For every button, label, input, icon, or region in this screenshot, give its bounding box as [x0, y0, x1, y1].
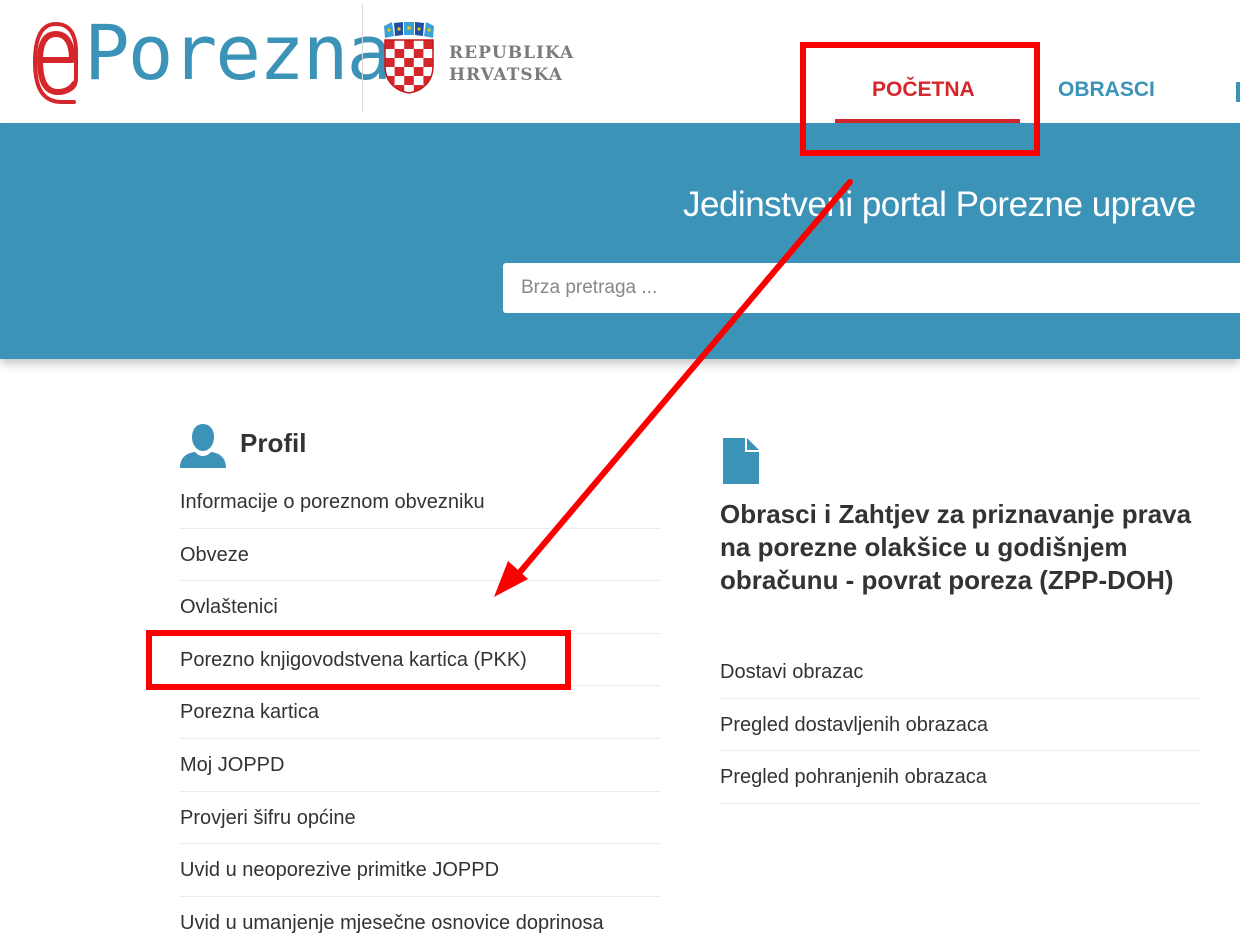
profile-section: Profil Informacije o poreznom obvezniku … [180, 420, 660, 949]
forms-title: Obrasci i Zahtjev za priznavanje prava n… [720, 499, 1192, 595]
nav-tab-pocetna[interactable]: POČETNA [872, 78, 975, 102]
profile-links: Informacije o poreznom obvezniku Obveze … [180, 476, 660, 949]
profile-link-my-joppd[interactable]: Moj JOPPD [180, 739, 660, 792]
quick-search-input[interactable] [503, 263, 1240, 313]
site-header: Porezna REPUBLIKA HRVATSKA POČETNA OBRAS… [0, 0, 1240, 123]
profile-link-authorized-persons[interactable]: Ovlaštenici [180, 581, 660, 634]
profile-link-pkk[interactable]: Porezno knjigovodstvena kartica (PKK) [180, 634, 660, 687]
forms-link-saved[interactable]: Pregled pohranjenih obrazaca [720, 751, 1200, 804]
forms-links: Dostavi obrazac Pregled dostavljenih obr… [720, 646, 1200, 804]
forms-link-submit[interactable]: Dostavi obrazac [720, 646, 1200, 699]
profile-header: Profil [180, 420, 660, 476]
profile-link-taxpayer-info[interactable]: Informacije o poreznom obvezniku [180, 476, 660, 529]
republic-name: REPUBLIKA HRVATSKA [449, 42, 574, 86]
user-icon [180, 424, 226, 468]
nav-tab-obrasci[interactable]: OBRASCI [1058, 78, 1155, 102]
profile-link-non-taxable-income[interactable]: Uvid u neoporezive primitke JOPPD [180, 844, 660, 897]
croatian-coat-of-arms-icon [384, 22, 434, 94]
profile-link-obligations[interactable]: Obveze [180, 529, 660, 582]
profile-link-check-municipality-code[interactable]: Provjeri šifru općine [180, 792, 660, 845]
document-icon [723, 438, 759, 484]
forms-link-submitted[interactable]: Pregled dostavljenih obrazaca [720, 699, 1200, 752]
logo-wordmark: Porezna [84, 8, 392, 97]
portal-title: Jedinstveni portal Porezne uprave [683, 185, 1196, 224]
republic-line-1: REPUBLIKA [449, 43, 575, 63]
republic-line-2: HRVATSKA [449, 65, 563, 85]
profile-link-contribution-reduction[interactable]: Uvid u umanjenje mjesečne osnovice dopri… [180, 897, 660, 949]
header-divider [362, 4, 363, 112]
nav-tab-next-partial[interactable] [1236, 82, 1240, 102]
hero-banner: Jedinstveni portal Porezne uprave [0, 123, 1240, 359]
e-logo-icon [32, 21, 78, 104]
profile-title: Profil [240, 428, 307, 458]
profile-link-tax-card[interactable]: Porezna kartica [180, 686, 660, 739]
